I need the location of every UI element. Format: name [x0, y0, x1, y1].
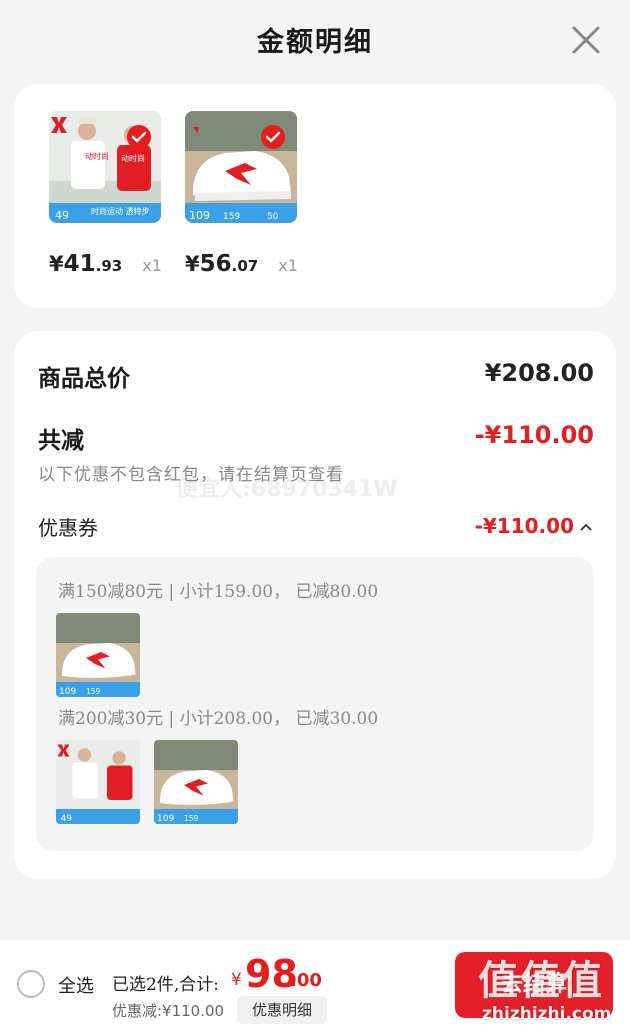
svg-text:109: 109 [59, 687, 76, 697]
sneaker-image-icon: 109 159 [154, 740, 238, 824]
quantity: x1 [278, 256, 298, 275]
coupon-row[interactable]: 优惠券 -¥110.00 [38, 512, 594, 541]
sneaker-image-icon: 109 159 [56, 613, 140, 697]
select-all-label[interactable]: 全选 [58, 972, 94, 998]
rule-product-thumbnail: 109 159 [154, 740, 238, 824]
total-price-value: ¥208.00 [484, 359, 594, 387]
svg-text:109: 109 [157, 814, 174, 824]
total-symbol: ¥ [231, 970, 242, 990]
price-integer: 56 [199, 251, 232, 277]
select-all-radio[interactable] [17, 970, 45, 998]
sheet-title: 金额明细 [257, 27, 373, 58]
price-integer: 41 [63, 251, 96, 277]
svg-text:159: 159 [184, 814, 199, 823]
svg-text:159: 159 [223, 212, 240, 222]
rule-product-thumbnail: 109 159 [56, 613, 140, 697]
selected-summary: 已选2件,合计: [112, 975, 219, 995]
checkmark-icon [261, 125, 285, 149]
svg-text:动时尚: 动时尚 [121, 153, 145, 163]
svg-text:49: 49 [61, 814, 73, 824]
discount-row: 共减 -¥110.00 [38, 421, 594, 455]
product-card: 动时尚 动时尚 49 时尚运动 透特步 ¥41.93 x1 109 159 50… [14, 84, 616, 308]
site-watermark-url: zhizhizhi.com [482, 1004, 612, 1024]
product-price-row: ¥41.93 x1 [49, 251, 162, 277]
svg-text:109: 109 [189, 209, 210, 222]
discount-value: -¥110.00 [474, 421, 594, 449]
product-item[interactable]: 动时尚 动时尚 49 时尚运动 透特步 ¥41.93 x1 [49, 111, 179, 277]
product-price-row: ¥56.07 x1 [185, 251, 298, 277]
tshirt-image-icon: 49 [56, 740, 140, 824]
rule-product-thumbnail: 49 [56, 740, 140, 824]
total-decimal: .00 [290, 970, 322, 991]
quantity: x1 [142, 256, 162, 275]
svg-text:159: 159 [86, 687, 101, 696]
summary-card: 商品总价 ¥208.00 共减 -¥110.00 以下优惠不包含红包，请在结算页… [14, 331, 616, 879]
coupon-value: -¥110.00 [475, 514, 594, 538]
coupon-detail-box: 满150减80元 | 小计159.00， 已减80.00 109 159 满20… [36, 557, 594, 851]
svg-text:时尚运动 透特步: 时尚运动 透特步 [91, 206, 150, 216]
discount-label: 共减 [38, 427, 84, 454]
product-item[interactable]: 109 159 50 ¥56.07 x1 [185, 111, 315, 277]
price-decimal: .93 [95, 257, 123, 275]
coupon-rule: 满200减30元 | 小计208.00， 已减30.00 [58, 709, 379, 729]
price-symbol: ¥ [49, 252, 64, 276]
close-icon[interactable] [568, 22, 604, 58]
sheet-header: 金额明细 [0, 0, 630, 82]
chevron-up-icon[interactable] [578, 521, 594, 533]
product-thumbnail: 109 159 50 [185, 111, 297, 223]
coupon-label: 优惠券 [38, 516, 98, 540]
checkmark-icon [127, 125, 151, 149]
total-price-label: 商品总价 [38, 365, 130, 392]
saved-amount: 优惠减:¥110.00 [112, 1002, 225, 1020]
tag-price: 49 [55, 209, 69, 222]
user-watermark: 便宜人:68970341W [176, 477, 398, 502]
coupon-rule: 满150减80元 | 小计159.00， 已减80.00 [58, 582, 379, 602]
discount-detail-button[interactable]: 优惠明细 [237, 996, 327, 1024]
price-symbol: ¥ [185, 252, 200, 276]
svg-text:50: 50 [267, 212, 279, 222]
total-price-row: 商品总价 ¥208.00 [38, 359, 594, 393]
svg-text:动时尚: 动时尚 [85, 151, 109, 161]
price-decimal: .07 [231, 257, 259, 275]
site-watermark-logo: 值值值 [478, 957, 604, 1004]
amount-detail-sheet: 金额明细 动时尚 动时尚 49 时尚运动 透特步 ¥41.93 x1 109 1… [0, 0, 630, 1031]
